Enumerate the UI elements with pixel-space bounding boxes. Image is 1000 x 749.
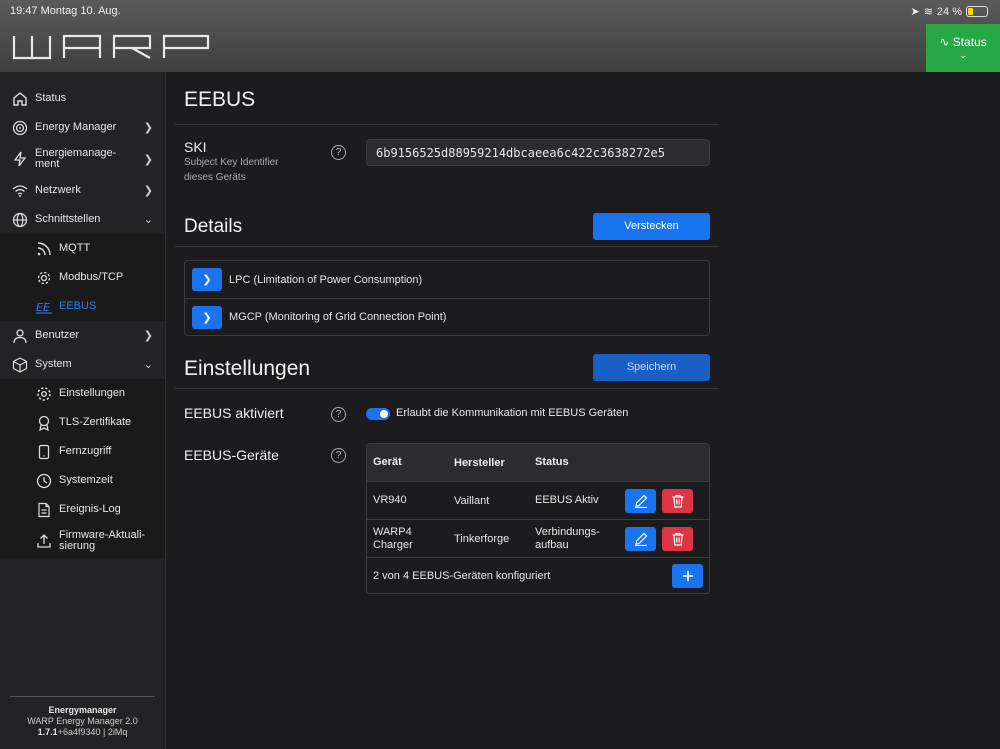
chevron-right-icon: ❯ bbox=[143, 185, 153, 197]
tablet-icon bbox=[35, 443, 53, 461]
sidebar-footer: Energymanager WARP Energy Manager 2.0 1.… bbox=[10, 696, 155, 738]
activity-icon: ∿ bbox=[939, 35, 950, 49]
help-icon[interactable]: ? bbox=[331, 448, 346, 463]
details-header: Details Verstecken bbox=[184, 213, 719, 245]
hide-details-button[interactable]: Verstecken bbox=[593, 213, 710, 240]
sidebar-item-netzwerk[interactable]: Netzwerk ❯ bbox=[0, 176, 165, 205]
sidebar-item-eebus[interactable]: EE EEBUS bbox=[0, 292, 165, 321]
trash-icon bbox=[672, 532, 683, 546]
sidebar-item-fernzugriff[interactable]: Fernzugriff bbox=[0, 437, 165, 466]
user-icon bbox=[11, 327, 29, 345]
ios-status-icons: ➤ ≋ 24 % bbox=[910, 5, 988, 18]
page-title: EEBUS bbox=[184, 88, 256, 111]
clock-icon bbox=[35, 472, 53, 490]
pencil-icon bbox=[634, 494, 647, 508]
pencil-icon bbox=[634, 532, 647, 546]
sidebar-item-schnittstellen[interactable]: Schnittstellen ⌄ bbox=[0, 205, 165, 234]
eebus-devices-row: EEBUS-Geräte ? Gerät Hersteller Status V… bbox=[184, 443, 719, 603]
settings-header: Einstellungen Speichern bbox=[184, 354, 719, 388]
eebus-enabled-switch[interactable] bbox=[366, 408, 390, 420]
sidebar-item-benutzer[interactable]: Benutzer ❯ bbox=[0, 321, 165, 350]
help-icon[interactable]: ? bbox=[331, 407, 346, 422]
chevron-right-icon: ❯ bbox=[143, 330, 153, 342]
edit-button[interactable] bbox=[625, 488, 656, 513]
chevron-down-icon: ⌄ bbox=[143, 359, 153, 371]
warp-logo bbox=[12, 34, 210, 60]
bolt-icon bbox=[11, 150, 29, 168]
details-item-lpc[interactable]: ❯ LPC (Limitation of Power Consumption) bbox=[185, 261, 709, 298]
ski-input[interactable] bbox=[366, 139, 710, 166]
device-name: Energymanager bbox=[48, 705, 117, 715]
device-count-text: 2 von 4 EEBUS-Geräten konfiguriert bbox=[373, 569, 551, 582]
ios-time-date: 19:47 Montag 10. Aug. bbox=[10, 5, 121, 17]
status-button[interactable]: ∿ Status ⌄ bbox=[926, 24, 1000, 72]
location-icon: ➤ bbox=[910, 6, 920, 18]
sidebar-submenu-system: Einstellungen TLS-Zertifikate Fernzugrif… bbox=[0, 379, 165, 558]
sidebar-item-ereignis-log[interactable]: Ereignis-Log bbox=[0, 495, 165, 524]
eebus-icon: EE bbox=[35, 298, 53, 316]
battery-icon bbox=[966, 6, 988, 17]
upload-icon bbox=[35, 532, 53, 550]
table-header: Gerät Hersteller Status bbox=[367, 444, 709, 481]
divider bbox=[175, 388, 719, 389]
sidebar-item-status[interactable]: Status bbox=[0, 84, 165, 113]
chevron-right-icon: ❯ bbox=[143, 154, 153, 166]
box-icon bbox=[11, 356, 29, 374]
eebus-devices-table: Gerät Hersteller Status VR940 Vaillant E… bbox=[366, 443, 710, 594]
ski-sub2: dieses Geräts bbox=[184, 172, 246, 183]
svg-text:EE: EE bbox=[36, 301, 50, 314]
battery-percent: 24 % bbox=[936, 5, 962, 18]
delete-button[interactable] bbox=[662, 526, 693, 551]
main-content: EEBUS SKI Subject Key Identifier dieses … bbox=[175, 72, 719, 603]
device-model: WARP Energy Manager 2.0 bbox=[27, 716, 138, 726]
chevron-double-down-icon: ⌄ bbox=[959, 50, 967, 60]
divider bbox=[175, 124, 719, 125]
award-icon bbox=[35, 414, 53, 432]
save-button[interactable]: Speichern bbox=[593, 354, 710, 381]
target-icon bbox=[11, 119, 29, 137]
app-header: 19:47 Montag 10. Aug. ➤ ≋ 24 % ∿ Status … bbox=[0, 0, 1000, 72]
sidebar-item-modbus[interactable]: Modbus/TCP bbox=[0, 263, 165, 292]
trash-icon bbox=[672, 494, 683, 508]
edit-button[interactable] bbox=[625, 526, 656, 551]
help-icon[interactable]: ? bbox=[331, 145, 346, 160]
sidebar-item-energy-manager[interactable]: Energy Manager ❯ bbox=[0, 113, 165, 142]
home-icon bbox=[11, 90, 29, 108]
table-row: VR940 Vaillant EEBUS Aktiv bbox=[367, 481, 709, 519]
eebus-enabled-row: EEBUS aktiviert ? Erlaubt die Kommunikat… bbox=[184, 405, 719, 427]
add-device-button[interactable] bbox=[672, 564, 703, 588]
sidebar-item-system[interactable]: System ⌄ bbox=[0, 350, 165, 379]
file-icon bbox=[35, 501, 53, 519]
plus-icon bbox=[682, 571, 693, 581]
firmware-version: 1.7.1+6a4f9340 | 2iMq bbox=[37, 727, 128, 737]
sidebar-submenu-schnittstellen: MQTT Modbus/TCP EE EEBUS bbox=[0, 234, 165, 321]
chevron-right-icon: ❯ bbox=[143, 122, 153, 134]
ski-row: SKI Subject Key Identifier dieses Geräts… bbox=[184, 139, 719, 195]
table-footer: 2 von 4 EEBUS-Geräten konfiguriert bbox=[367, 557, 709, 593]
cog-icon bbox=[35, 269, 53, 287]
sidebar-item-firmware[interactable]: Firmware-Aktuali- sierung bbox=[0, 524, 165, 558]
sidebar-item-energiemanagement[interactable]: Energiemanage- ment ❯ bbox=[0, 142, 165, 176]
chevron-right-icon[interactable]: ❯ bbox=[192, 305, 222, 329]
divider bbox=[175, 246, 719, 247]
globe-icon bbox=[11, 211, 29, 229]
delete-button[interactable] bbox=[662, 488, 693, 513]
sidebar-item-einstellungen[interactable]: Einstellungen bbox=[0, 379, 165, 408]
sidebar-item-mqtt[interactable]: MQTT bbox=[0, 234, 165, 263]
eebus-enabled-text: Erlaubt die Kommunikation mit EEBUS Gerä… bbox=[396, 407, 629, 419]
wifi-status-icon: ≋ bbox=[923, 6, 933, 18]
details-list: ❯ LPC (Limitation of Power Consumption) … bbox=[184, 260, 710, 336]
table-row: WARP4 Charger Tinkerforge Verbindungs- a… bbox=[367, 519, 709, 557]
sidebar: Status Energy Manager ❯ Energiemanage- m… bbox=[0, 72, 166, 749]
sidebar-item-tls[interactable]: TLS-Zertifikate bbox=[0, 408, 165, 437]
chevron-down-icon: ⌄ bbox=[143, 214, 153, 226]
rss-icon bbox=[35, 240, 53, 258]
wifi-icon bbox=[11, 182, 29, 200]
settings-icon bbox=[35, 385, 53, 403]
details-item-mgcp[interactable]: ❯ MGCP (Monitoring of Grid Connection Po… bbox=[185, 298, 709, 335]
chevron-right-icon[interactable]: ❯ bbox=[192, 268, 222, 291]
sidebar-item-systemzeit[interactable]: Systemzeit bbox=[0, 466, 165, 495]
